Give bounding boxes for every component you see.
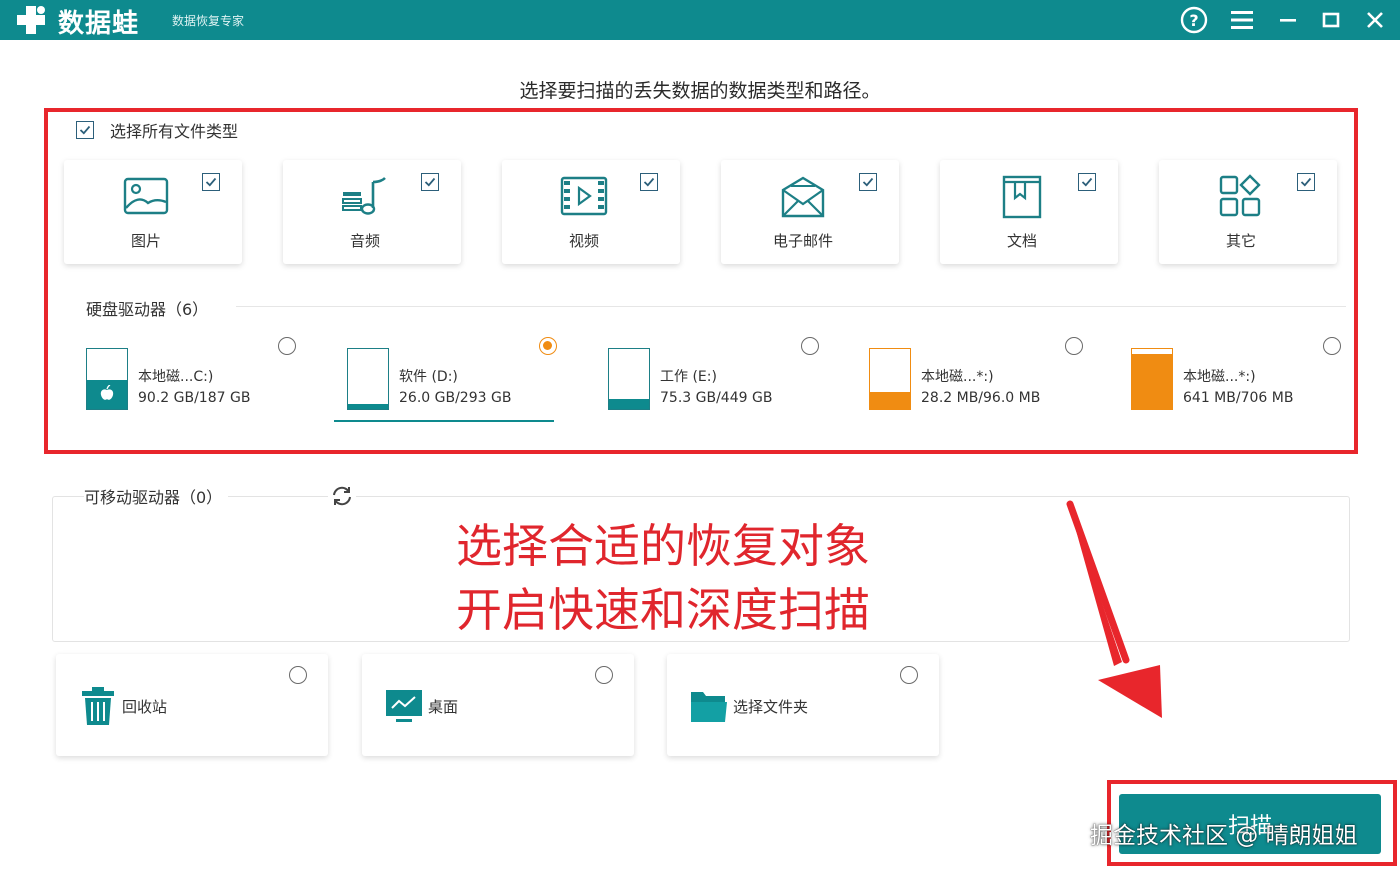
file-type-checkbox[interactable]: [1297, 173, 1315, 191]
location-label: 选择文件夹: [733, 698, 809, 716]
file-type-label: 视频: [568, 232, 599, 250]
svg-text:?: ?: [1189, 11, 1198, 30]
file-type-checkbox[interactable]: [202, 173, 220, 191]
drive-4-radio[interactable]: [1065, 337, 1083, 355]
file-type-label: 文档: [1006, 232, 1037, 250]
file-type-card-email[interactable]: 电子邮件: [721, 160, 899, 264]
check-icon: [424, 177, 436, 187]
document-icon: [1002, 175, 1042, 219]
watermark: 掘金技术社区 @ 晴朗姐姐: [1090, 823, 1358, 849]
file-type-label: 电子邮件: [772, 232, 833, 250]
file-type-label: 音频: [349, 232, 380, 250]
refresh-icon: [333, 486, 351, 506]
maximize-button[interactable]: [1315, 4, 1347, 36]
file-type-checkbox[interactable]: [1078, 173, 1096, 191]
annotation-arrow: [1066, 500, 1162, 718]
check-icon: [205, 177, 217, 187]
apple-icon: [100, 385, 114, 400]
drive-c-icon: [86, 348, 128, 410]
help-button[interactable]: ?: [1178, 4, 1210, 36]
help-icon: ?: [1180, 6, 1208, 34]
drive-name: 本地磁...*:): [921, 369, 994, 385]
audio-icon: [342, 177, 386, 215]
location-card-folder[interactable]: 选择文件夹: [667, 654, 939, 756]
drive-d-radio[interactable]: [539, 337, 557, 355]
drive-c-radio[interactable]: [278, 337, 296, 355]
check-icon: [862, 177, 874, 187]
image-icon: [123, 177, 169, 215]
check-icon: [1081, 177, 1093, 187]
drive-name: 工作 (E:): [660, 369, 717, 385]
drive-e-icon: [608, 348, 650, 410]
select-all-checkbox[interactable]: [76, 121, 94, 139]
removable-drives-label: 可移动驱动器（0）: [84, 484, 229, 508]
app-name: 数据蛙: [58, 9, 140, 39]
drive-name: 软件 (D:): [399, 369, 458, 385]
drive-name: 本地磁...C:): [138, 369, 214, 385]
email-icon: [781, 176, 825, 218]
close-icon: [1367, 12, 1383, 28]
location-radio[interactable]: [595, 666, 613, 684]
annotation-line-1: 选择合适的恢复对象: [456, 519, 870, 573]
check-icon: [643, 177, 655, 187]
menu-icon: [1231, 11, 1253, 29]
section-divider: [236, 306, 1346, 307]
app-subtitle: 数据恢复专家: [172, 14, 245, 28]
drive-d-selected-underline: [334, 420, 554, 422]
refresh-button[interactable]: [328, 482, 356, 510]
location-label: 桌面: [428, 698, 459, 716]
close-button[interactable]: [1359, 4, 1391, 36]
location-radio[interactable]: [900, 666, 918, 684]
check-icon: [79, 125, 91, 135]
minimize-icon: [1280, 19, 1296, 22]
file-type-card-audio[interactable]: 音频: [283, 160, 461, 264]
drive-size: 26.0 GB/293 GB: [399, 390, 512, 406]
location-card-desktop[interactable]: 桌面: [362, 654, 634, 756]
file-type-card-document[interactable]: 文档: [940, 160, 1118, 264]
drive-size: 28.2 MB/96.0 MB: [921, 390, 1041, 406]
file-type-label: 图片: [130, 232, 161, 250]
page-prompt: 选择要扫描的丢失数据的数据类型和路径。: [519, 80, 881, 102]
check-icon: [1300, 177, 1312, 187]
desktop-icon: [386, 690, 422, 722]
select-all-types[interactable]: 选择所有文件类型: [76, 118, 238, 142]
drive-size: 641 MB/706 MB: [1183, 390, 1294, 406]
drive-4-icon: [869, 348, 911, 410]
drive-item-4[interactable]: 本地磁...*:) 28.2 MB/96.0 MB: [869, 340, 1099, 426]
drive-d-icon: [347, 348, 389, 410]
folder-icon: [691, 692, 727, 722]
drive-name: 本地磁...*:): [1183, 369, 1256, 385]
file-type-checkbox[interactable]: [640, 173, 658, 191]
hard-drives-label: 硬盘驱动器（6）: [86, 300, 209, 319]
file-type-checkbox[interactable]: [421, 173, 439, 191]
drive-5-icon: [1131, 348, 1173, 410]
location-radio[interactable]: [289, 666, 307, 684]
select-all-label: 选择所有文件类型: [110, 122, 239, 141]
recycle-bin-icon: [82, 687, 114, 725]
file-type-checkbox[interactable]: [859, 173, 877, 191]
minimize-button[interactable]: [1272, 4, 1304, 36]
logo-icon: [17, 6, 45, 34]
file-type-card-other[interactable]: 其它: [1159, 160, 1337, 264]
file-type-card-image[interactable]: 图片: [64, 160, 242, 264]
location-card-recycle-bin[interactable]: 回收站: [56, 654, 328, 756]
annotation-line-2: 开启快速和深度扫描: [456, 583, 870, 637]
menu-button[interactable]: [1226, 4, 1258, 36]
drive-e-radio[interactable]: [801, 337, 819, 355]
location-label: 回收站: [122, 698, 168, 716]
drive-size: 75.3 GB/449 GB: [660, 390, 773, 406]
maximize-icon: [1322, 12, 1340, 28]
title-bar: 数据蛙 数据恢复专家 ?: [0, 0, 1400, 40]
video-icon: [560, 176, 608, 216]
drive-size: 90.2 GB/187 GB: [138, 390, 251, 406]
file-type-card-video[interactable]: 视频: [502, 160, 680, 264]
drive-5-radio[interactable]: [1323, 337, 1341, 355]
file-type-label: 其它: [1225, 232, 1256, 250]
other-icon: [1219, 174, 1261, 217]
